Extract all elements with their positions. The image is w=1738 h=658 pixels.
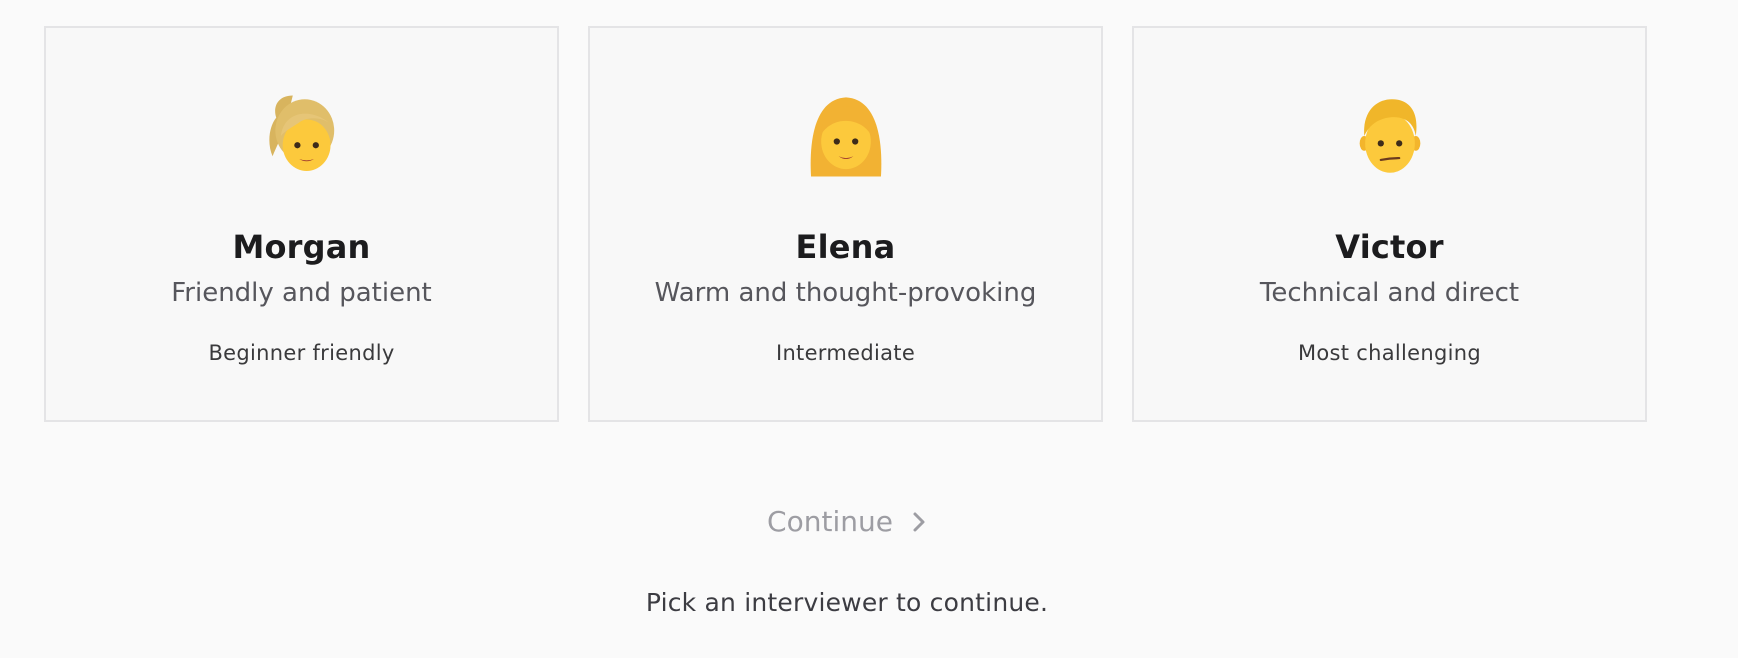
interviewer-name: Morgan <box>232 228 371 266</box>
interviewer-name: Elena <box>795 228 896 266</box>
man-short-hair-emoji-icon <box>1359 99 1420 173</box>
continue-button-label: Continue <box>767 505 893 538</box>
interviewer-difficulty: Most challenging <box>1297 341 1482 365</box>
chevron-right-icon <box>913 512 925 531</box>
interviewer-description: Warm and thought-provoking <box>654 278 1037 308</box>
woman-ponytail-emoji-icon <box>268 95 334 171</box>
interviewer-picker: Morgan Friendly and patient Beginner fri… <box>0 0 1738 658</box>
woman-long-hair-emoji-icon <box>810 97 881 177</box>
interviewer-difficulty: Intermediate <box>775 341 916 365</box>
interviewer-card-victor[interactable]: Victor Technical and direct Most challen… <box>1132 26 1647 422</box>
interviewer-description: Friendly and patient <box>171 278 432 308</box>
interviewer-card-morgan[interactable]: Morgan Friendly and patient Beginner fri… <box>44 26 559 422</box>
interviewer-name: Victor <box>1335 228 1444 266</box>
helper-text: Pick an interviewer to continue. <box>645 588 1049 617</box>
interviewer-difficulty: Beginner friendly <box>208 341 395 365</box>
interviewer-description: Technical and direct <box>1259 278 1520 308</box>
interviewer-card-list: Morgan Friendly and patient Beginner fri… <box>44 26 1647 422</box>
interviewer-card-elena[interactable]: Elena Warm and thought-provoking Interme… <box>588 26 1103 422</box>
continue-button[interactable]: Continue <box>0 505 1694 538</box>
